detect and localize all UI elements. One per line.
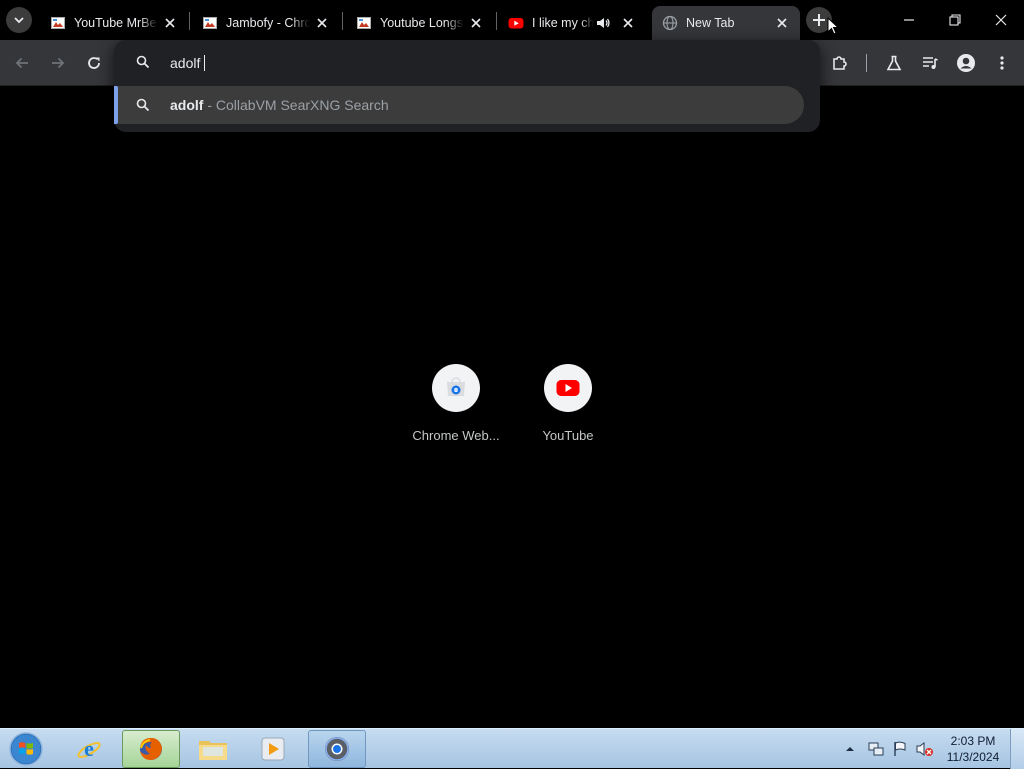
svg-text:e: e [84,736,94,761]
restore-button[interactable] [932,0,978,40]
avatar-icon [957,54,975,72]
close-icon[interactable] [314,15,330,31]
back-button[interactable] [8,49,36,77]
selection-indicator [114,86,118,124]
chevron-down-icon [14,17,24,24]
tab-strip: YouTube MrBeast Jambofy - Chrome Youtube… [0,0,1024,40]
shortcut-youtube[interactable]: YouTube [512,364,624,443]
internet-explorer-icon: e [77,736,101,761]
omnibox-popup: adolf adolf - CollabVM SearXNG Search [114,40,820,132]
suggestion-description: - CollabVM SearXNG Search [203,97,389,113]
flask-icon [886,55,902,71]
close-icon[interactable] [774,15,790,31]
more-vert-icon [1000,56,1004,70]
taskbar-firefox[interactable] [122,730,180,768]
suggestion-query: adolf [170,97,204,113]
shortcut-icon-tile [544,364,592,412]
youtube-icon [508,18,524,29]
clock-time: 2:03 PM [950,734,996,748]
restore-icon [949,14,961,26]
tab-title: Jambofy - Chrome [226,16,310,30]
tab-title: Youtube Longs [380,16,463,30]
close-window-button[interactable] [978,0,1024,40]
tab-separator [496,12,497,30]
text-caret [204,55,206,71]
menu-button[interactable] [988,49,1016,77]
shortcut-label: Chrome Web... [412,428,500,443]
youtube-icon [556,380,580,396]
tab-new-tab[interactable]: New Tab [652,6,800,40]
extensions-button[interactable] [826,49,854,77]
clock-date: 11/3/2024 [946,750,1000,764]
tab-separator [342,12,343,30]
clock[interactable]: 2:03 PM 11/3/2024 [938,733,1008,765]
chrome-web-store-icon [447,377,465,396]
search-icon [136,55,150,69]
taskbar-chrome[interactable] [308,730,366,768]
reload-button[interactable] [80,49,108,77]
forward-button[interactable] [44,49,72,77]
arrow-left-icon [15,57,28,69]
tab-title: New Tab [686,16,735,30]
taskbar-media-player[interactable] [244,730,302,768]
close-icon[interactable] [162,15,178,31]
minimize-button[interactable] [886,0,932,40]
tab-youtube-mrbeast[interactable]: YouTube MrBeast [40,6,188,40]
puzzle-icon [833,56,847,70]
broken-image-icon [203,17,217,29]
labs-button[interactable] [880,49,908,77]
system-tray [844,730,934,768]
action-center-flag-icon[interactable] [892,741,908,757]
media-player-icon [261,737,285,761]
file-explorer-icon [199,741,227,760]
shortcut-chrome-web-store[interactable]: Chrome Web... [400,364,512,443]
shortcut-label: YouTube [542,428,594,443]
tab-i-like-my-cheese[interactable]: I like my cheese [498,6,646,40]
start-button[interactable] [6,730,46,768]
address-input[interactable]: adolf [170,55,206,71]
network-icon[interactable] [868,741,884,757]
plus-icon [813,14,825,26]
windows-logo-icon [9,732,43,766]
speaker-icon[interactable] [596,16,610,30]
reload-icon [88,57,100,69]
taskbar: e 2:03 PM 11/3/2024 [0,728,1024,769]
broken-image-icon [51,17,65,29]
firefox-icon [140,738,162,760]
shortcut-icon-tile [432,364,480,412]
tab-separator [189,12,190,30]
show-desktop-button[interactable] [1010,729,1024,769]
arrow-right-icon [52,57,65,69]
playlist-icon [923,57,938,69]
tab-title: I like my cheese [532,16,594,30]
tab-jambofy[interactable]: Jambofy - Chrome [192,6,340,40]
media-controls-button[interactable] [916,49,944,77]
close-icon [995,14,1007,26]
search-icon [136,98,150,112]
mouse-cursor-icon [827,17,839,35]
address-bar[interactable]: adolf [114,46,820,80]
taskbar-internet-explorer[interactable]: e [60,730,118,768]
broken-image-icon [357,17,371,29]
volume-muted-icon[interactable] [916,741,934,757]
taskbar-file-explorer[interactable] [184,730,242,768]
address-input-value: adolf [170,55,201,71]
suggestion-text: adolf - CollabVM SearXNG Search [170,97,389,113]
chrome-icon [325,737,349,761]
minimize-icon [904,19,914,21]
toolbar-divider [866,54,867,72]
tab-search-button[interactable] [6,7,32,33]
close-icon[interactable] [620,15,636,31]
tab-title: YouTube MrBeast [74,16,158,30]
profile-button[interactable] [952,49,980,77]
tab-youtube-longs[interactable]: Youtube Longs [346,6,494,40]
close-icon[interactable] [468,15,484,31]
globe-icon [662,15,678,31]
tray-expand-icon[interactable] [844,743,856,755]
omnibox-suggestion[interactable]: adolf - CollabVM SearXNG Search [114,86,804,124]
